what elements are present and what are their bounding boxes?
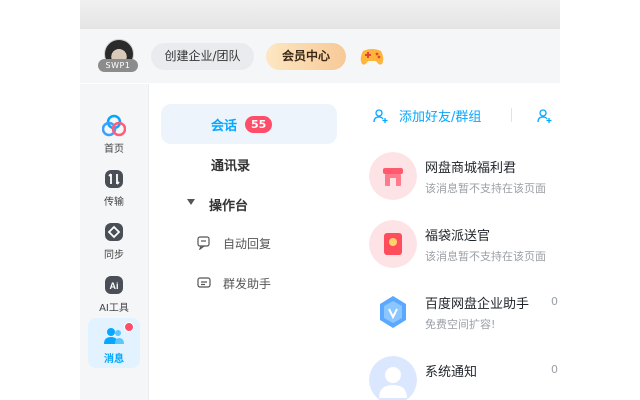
conversation-preview: 该消息暂不支持在该页面	[425, 182, 546, 195]
nav-item-messages[interactable]: 消息	[88, 318, 140, 368]
add-friend-label: 添加好友/群组	[399, 110, 482, 125]
contacts-label: 通讯录	[211, 159, 251, 174]
nav-item-ai-tools[interactable]: Ai AI工具	[88, 267, 140, 317]
conversation-name: 系统通知	[425, 365, 478, 380]
add-user-icon[interactable]	[537, 108, 553, 124]
caret-down-icon	[187, 199, 195, 205]
group-send-icon	[197, 277, 211, 288]
conversation-preview: 该消息暂不支持在该页面	[425, 250, 546, 263]
outer-left-background	[0, 0, 80, 400]
nav-label-sync: 同步	[104, 250, 124, 261]
app-window: SWP1 创建企业/团队 会员中心 首页 传输 同步 Ai AI工具 消息 会话…	[80, 0, 560, 400]
top-bar: SWP1 创建企业/团队 会员中心	[80, 29, 560, 83]
nav-item-sync[interactable]: 同步	[88, 214, 140, 264]
avatar-tag: SWP1	[98, 59, 138, 72]
conversation-item[interactable]: 网盘商城福利君 该消息暂不支持在该页面	[369, 152, 560, 208]
left-nav: 首页 传输 同步 Ai AI工具 消息	[80, 84, 148, 400]
conversation-item[interactable]: 福袋派送官 该消息暂不支持在该页面	[369, 220, 560, 276]
message-category-panel: 会话 55 通讯录 操作台 自动回复 群发助手	[148, 84, 350, 400]
auto-reply-icon	[197, 236, 210, 250]
nav-label-home: 首页	[104, 144, 124, 155]
vip-center-button[interactable]: 会员中心	[266, 43, 346, 70]
sync-icon	[105, 223, 123, 241]
conversation-time: 0	[551, 363, 558, 376]
avatar[interactable]: SWP1	[98, 39, 138, 73]
session-unread-badge: 55	[245, 116, 273, 133]
workbench-tab[interactable]: 操作台	[161, 184, 337, 224]
red-envelope-icon	[369, 220, 417, 268]
create-team-button[interactable]: 创建企业/团队	[151, 43, 254, 70]
conversation-name: 网盘商城福利君	[425, 161, 517, 176]
shop-icon	[369, 152, 417, 200]
nav-label-messages: 消息	[104, 354, 124, 365]
home-cloud-icon	[102, 114, 126, 137]
toolbar-divider	[511, 108, 512, 122]
contacts-tab[interactable]: 通讯录	[161, 144, 337, 184]
game-controller-icon[interactable]	[358, 43, 386, 69]
group-assistant-label: 群发助手	[223, 277, 272, 291]
outer-right-background	[560, 0, 640, 400]
auto-reply-label: 自动回复	[223, 237, 272, 251]
auto-reply-item[interactable]: 自动回复	[197, 228, 337, 258]
enterprise-shield-icon	[369, 288, 417, 336]
system-user-icon	[369, 356, 417, 400]
nav-item-transfer[interactable]: 传输	[88, 161, 140, 211]
session-tab[interactable]: 会话 55	[161, 104, 337, 144]
conversation-preview: 免费空间扩容!	[425, 318, 496, 331]
unread-dot	[124, 322, 134, 332]
workbench-label: 操作台	[209, 199, 249, 214]
title-bar[interactable]	[80, 0, 560, 29]
conversation-item[interactable]: 系统通知 0	[369, 356, 560, 400]
conversation-item[interactable]: 百度网盘企业助手 免费空间扩容! 0	[369, 288, 560, 344]
conversation-name: 百度网盘企业助手	[425, 297, 530, 312]
nav-label-transfer: 传输	[104, 197, 124, 208]
conversation-name: 福袋派送官	[425, 229, 491, 244]
group-assistant-item[interactable]: 群发助手	[197, 268, 337, 298]
svg-text:Ai: Ai	[110, 281, 119, 291]
message-users-icon	[104, 328, 124, 344]
nav-item-home[interactable]: 首页	[88, 108, 140, 158]
conversation-panel: 添加好友/群组 网盘商城福利君 该消息暂不支持在该页面 福袋派送官 该消息暂不支…	[349, 84, 560, 400]
add-user-icon	[373, 109, 388, 123]
nav-label-ai-tools: AI工具	[99, 303, 129, 314]
transfer-icon	[105, 170, 123, 188]
ai-tools-icon: Ai	[105, 276, 123, 294]
session-label: 会话	[211, 119, 238, 134]
conversation-time: 0	[551, 295, 558, 308]
